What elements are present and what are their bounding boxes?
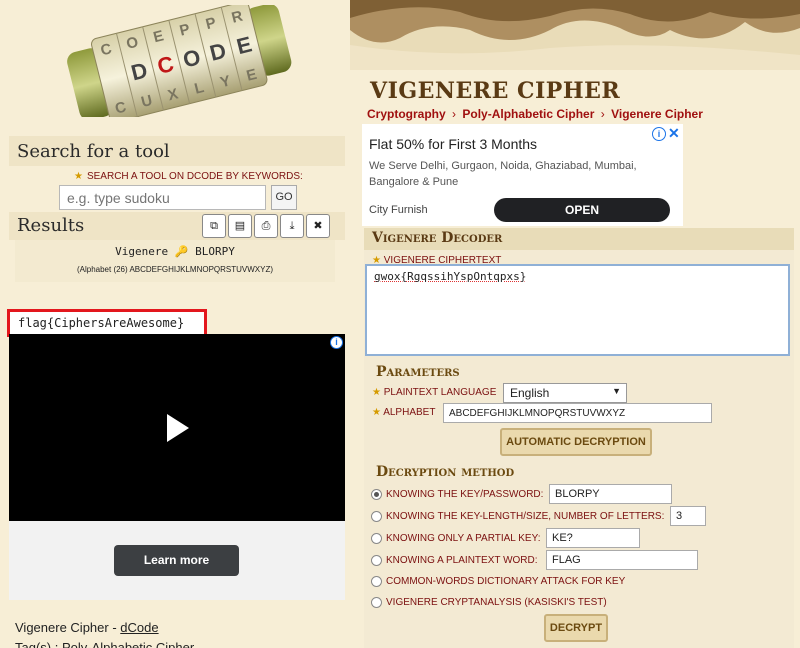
result-method: Vigenere [115,245,168,258]
flag-result: flag{CiphersAreAwesome} [7,309,207,337]
breadcrumb: Cryptography › Poly-Alphabetic Cipher › … [367,107,703,121]
search-input[interactable] [59,185,266,210]
alphabet-input[interactable] [443,403,712,423]
result-alphabet: (Alphabet (26) ABCDEFGHIJKLMNOPQRSTUVWXY… [15,265,335,274]
breadcrumb-cryptography[interactable]: Cryptography [367,107,446,121]
search-go-button[interactable]: GO [271,185,297,210]
partial-key-input[interactable]: KE? [546,528,640,548]
ad-close-icon[interactable]: ✕ [668,125,680,142]
print-icon[interactable]: ⎙ [254,214,278,238]
method-kasiski-label: VIGENERE CRYPTANALYSIS (KASISKI'S TEST) [386,597,607,608]
parameters-heading: Parameters [376,364,460,380]
search-area: ★SEARCH A TOOL ON DCODE BY KEYWORDS: GO [9,166,345,211]
breadcrumb-vigenere[interactable]: Vigenere Cipher [611,107,703,121]
breadcrumb-poly-alphabetic[interactable]: Poly-Alphabetic Cipher [462,107,594,121]
decryption-method-heading: Decryption method [376,464,514,480]
ad-open-button[interactable]: OPEN [494,198,670,222]
right-ad[interactable]: Flat 50% for First 3 Months We Serve Del… [362,124,683,226]
learn-more-button[interactable]: Learn more [114,545,239,576]
footer-title: Vigenere Cipher [15,620,109,635]
star-icon: ★ [372,387,384,398]
dropdown-arrow-icon: ▼ [612,386,621,396]
method-known-key-label: KNOWING THE KEY/PASSWORD: [386,489,543,500]
method-known-key-radio[interactable] [371,489,382,500]
key-icon: 🔑 [175,245,195,258]
ad-title[interactable]: Flat 50% for First 3 Months [369,136,537,152]
footer-title-line: Vigenere Cipher - dCode [15,620,159,635]
result-line: Vigenere 🔑 BLORPY [15,245,335,258]
ad-body: We Serve Delhi, Gurgaon, Noida, Ghaziaba… [369,158,669,190]
method-partial-key-label: KNOWING ONLY A PARTIAL KEY: [386,533,541,544]
ad-video[interactable] [9,334,345,521]
method-dictionary-radio[interactable] [371,576,382,587]
method-key-length-radio[interactable] [371,511,382,522]
decoder-heading: Vigenere Decoder [364,228,794,250]
search-heading: Search for a tool [9,136,345,166]
result-key: BLORPY [195,245,235,258]
left-column: C O E P P R C U X L Y E D C O D E Search [0,0,350,648]
search-label: ★ SEARCH A TOOL ON DCODE BY KEYWORDS: [74,171,303,182]
method-kasiski-radio[interactable] [371,597,382,608]
page-title: VIGENERE CIPHER [370,78,620,104]
method-partial-key-radio[interactable] [371,533,382,544]
method-dictionary-label: COMMON-WORDS DICTIONARY ATTACK FOR KEY [386,576,625,587]
ad-brand: City Furnish [369,204,428,216]
language-select[interactable]: English ▼ [503,383,627,403]
language-label: ★ PLAINTEXT LANGUAGE [372,387,496,398]
ad-info-icon[interactable]: i [330,336,343,349]
play-icon[interactable] [167,414,189,442]
known-key-input[interactable]: BLORPY [549,484,672,504]
plaintext-word-input[interactable]: FLAG [546,550,698,570]
breadcrumb-separator: › [452,107,456,121]
method-plaintext-word-label: KNOWING A PLAINTEXT WORD: [386,555,538,566]
method-plaintext-word-radio[interactable] [371,555,382,566]
right-column: VIGENERE CIPHER Cryptography › Poly-Alph… [350,0,800,648]
method-key-length-label: KNOWING THE KEY-LENGTH/SIZE, NUMBER OF L… [386,511,664,522]
parchment-header [350,0,800,70]
key-length-input[interactable]: 3 [670,506,706,526]
breadcrumb-separator: › [601,107,605,121]
download-icon[interactable]: ⤓ [280,214,304,238]
ad-info-icon[interactable]: i [652,127,666,141]
dcode-link[interactable]: dCode [120,620,158,635]
decrypt-button[interactable]: DECRYPT [544,614,608,642]
close-icon[interactable]: ✖ [306,214,330,238]
left-ad: i Learn more [9,334,345,600]
ciphertext-input[interactable]: gwox{RgqssihYspOntqpxs} [365,264,790,356]
footer-tags: Tag(s) : Poly-Alphabetic Cipher [15,640,194,648]
automatic-decryption-button[interactable]: AUTOMATIC DECRYPTION [500,428,652,456]
star-icon: ★ [74,171,83,182]
dcode-logo[interactable]: C O E P P R C U X L Y E D C O D E [48,5,310,117]
alphabet-label: ★ ALPHABET [372,407,435,418]
copy-icon[interactable]: ⧉ [202,214,226,238]
star-icon: ★ [372,407,383,418]
save-icon[interactable]: ▤ [228,214,252,238]
results-box: Vigenere 🔑 BLORPY (Alphabet (26) ABCDEFG… [15,240,335,282]
